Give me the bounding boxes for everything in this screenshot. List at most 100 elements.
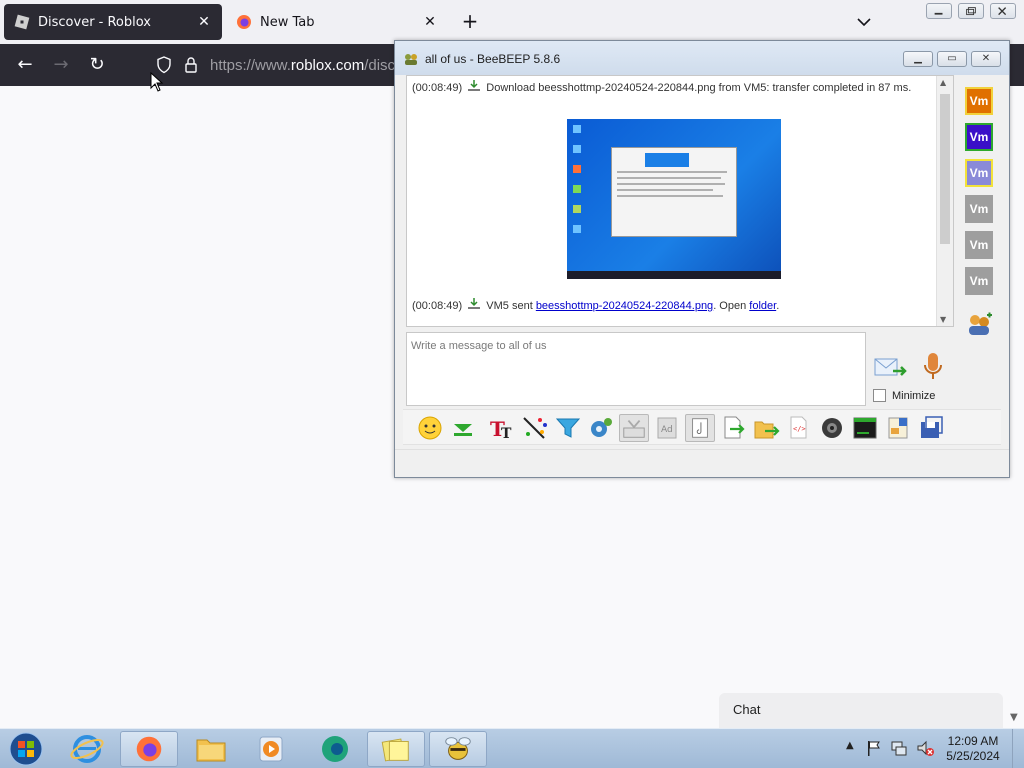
checkbox[interactable]	[873, 389, 886, 402]
message-input-box[interactable]	[406, 332, 866, 406]
save-icon[interactable]	[916, 414, 946, 442]
send-message-icon[interactable]	[873, 353, 909, 383]
color-icon[interactable]	[520, 414, 550, 442]
minimize-button[interactable]: ▁	[903, 51, 933, 67]
url-prefix: https://www.	[210, 57, 291, 74]
volume-muted-icon[interactable]	[916, 739, 934, 757]
mouse-cursor-icon	[150, 72, 164, 92]
folder-link[interactable]: folder	[749, 300, 776, 312]
maximize-button[interactable]: ▭	[937, 51, 967, 67]
beebeep-title-bar[interactable]: all of us - BeeBEEP 5.8.6 ▁ ▭ ✕	[395, 41, 1009, 75]
terminal-icon[interactable]	[850, 414, 880, 442]
lock-icon[interactable]	[184, 56, 198, 74]
font-icon[interactable]: TT	[487, 414, 517, 442]
chat-message: (00:08:49) Download beesshottmp-20240524…	[412, 80, 911, 94]
spellcheck-icon[interactable]: Ad	[652, 414, 682, 442]
back-icon[interactable]: ←	[12, 53, 38, 77]
url-domain: roblox.com	[290, 57, 365, 74]
minimize-label: Minimize	[892, 389, 936, 402]
user-avatar[interactable]: Vm	[965, 159, 993, 187]
reload-icon[interactable]: ↻	[84, 53, 110, 77]
chromium-edge-icon[interactable]	[306, 731, 364, 767]
clock-date: 5/25/2024	[946, 749, 1000, 763]
screenshot-thumbnail[interactable]	[567, 119, 781, 279]
message-time: (00:08:49)	[412, 300, 463, 312]
close-button[interactable]	[990, 3, 1016, 19]
user-avatar[interactable]: Vm	[965, 267, 993, 295]
svg-text:T: T	[501, 426, 512, 442]
emoticon-icon[interactable]	[415, 414, 445, 442]
settings-icon[interactable]	[586, 414, 616, 442]
scroll-up-icon[interactable]: ▲	[940, 78, 946, 87]
chat-toolbar: TT Ad </>	[403, 409, 1001, 445]
filter-icon[interactable]	[553, 414, 583, 442]
user-avatar[interactable]: Vm	[965, 231, 993, 259]
send-folder-icon[interactable]	[751, 414, 781, 442]
message-text: . Open	[713, 300, 750, 312]
message-text: Download beesshottmp-20240524-220844.png…	[486, 82, 912, 94]
close-icon[interactable]: ✕	[196, 14, 212, 30]
user-list: Vm Vm Vm Vm Vm Vm	[959, 75, 1003, 367]
message-input[interactable]	[411, 337, 851, 355]
chevron-down-icon[interactable]	[852, 12, 876, 32]
close-button[interactable]: ✕	[971, 51, 1001, 67]
chat-history[interactable]: (00:08:49) Download beesshottmp-20240524…	[406, 75, 954, 327]
internet-explorer-icon[interactable]	[58, 731, 116, 767]
scroll-thumb[interactable]	[940, 94, 950, 244]
user-avatar[interactable]: Vm	[965, 87, 993, 115]
note-icon[interactable]	[685, 414, 715, 442]
tab-label: Discover - Roblox	[38, 14, 152, 30]
system-tray: ▲	[842, 737, 942, 761]
tab-new-tab[interactable]: New Tab ✕	[226, 4, 448, 40]
taskbar: ▲ 12:09 AM 5/25/2024	[0, 728, 1024, 768]
browser-tab-bar: Discover - Roblox ✕ New Tab ✕ +	[0, 0, 1024, 44]
sticky-notes-icon[interactable]	[367, 731, 425, 767]
add-users-icon[interactable]	[965, 311, 995, 339]
message-text: VM5 sent	[486, 300, 536, 312]
scroll-down-icon[interactable]: ▼	[1010, 712, 1018, 723]
new-tab-button[interactable]: +	[458, 10, 482, 34]
minimize-button[interactable]	[926, 3, 952, 19]
tab-discover-roblox[interactable]: Discover - Roblox ✕	[4, 4, 222, 40]
minimize-checkbox[interactable]: Minimize	[873, 389, 935, 402]
user-avatar[interactable]: Vm	[965, 123, 993, 151]
message-text: .	[776, 300, 780, 312]
forward-icon[interactable]: →	[48, 53, 74, 77]
chat-widget-label: Chat	[733, 702, 761, 717]
microphone-icon[interactable]	[921, 351, 945, 383]
firefox-icon[interactable]	[120, 731, 178, 767]
clock-time: 12:09 AM	[947, 734, 999, 748]
collapse-icon[interactable]	[448, 414, 478, 442]
chat-widget[interactable]: Chat	[719, 693, 1003, 728]
url-text[interactable]: https://www.roblox.com/discov	[210, 57, 411, 74]
svg-text:Ad: Ad	[661, 425, 673, 435]
chat-scrollbar[interactable]: ▲ ▼	[936, 76, 953, 326]
save-chat-icon[interactable]	[619, 414, 649, 442]
network-icon[interactable]	[890, 739, 908, 757]
download-icon	[468, 80, 481, 91]
media-player-icon[interactable]	[242, 731, 300, 767]
show-hidden-icons-icon[interactable]: ▲	[846, 740, 854, 751]
sticker-icon[interactable]	[883, 414, 913, 442]
file-link[interactable]: beesshottmp-20240524-220844.png	[536, 300, 713, 312]
clock[interactable]: 12:09 AM 5/25/2024	[940, 734, 1006, 764]
show-desktop-button[interactable]	[1012, 729, 1024, 768]
window-title: all of us - BeeBEEP 5.8.6	[425, 52, 561, 66]
start-button-icon[interactable]	[6, 731, 46, 767]
firefox-icon	[237, 15, 251, 29]
beebeep-icon[interactable]	[429, 731, 487, 767]
svg-text:</>: </>	[793, 425, 806, 433]
beebeep-group-icon	[405, 54, 417, 65]
action-center-flag-icon[interactable]	[866, 739, 882, 757]
send-file-icon[interactable]	[718, 414, 748, 442]
html-icon[interactable]: </>	[784, 414, 814, 442]
beebeep-window: all of us - BeeBEEP 5.8.6 ▁ ▭ ✕ (00:08:4…	[394, 40, 1010, 478]
message-time: (00:08:49)	[412, 82, 463, 94]
user-avatar[interactable]: Vm	[965, 195, 993, 223]
screenshot-icon[interactable]	[817, 414, 847, 442]
close-icon[interactable]: ✕	[422, 14, 438, 30]
restore-button[interactable]	[958, 3, 984, 19]
scroll-down-icon[interactable]: ▼	[940, 315, 946, 324]
file-explorer-icon[interactable]	[182, 731, 240, 767]
chat-message: (00:08:49) VM5 sent beesshottmp-20240524…	[412, 298, 779, 312]
